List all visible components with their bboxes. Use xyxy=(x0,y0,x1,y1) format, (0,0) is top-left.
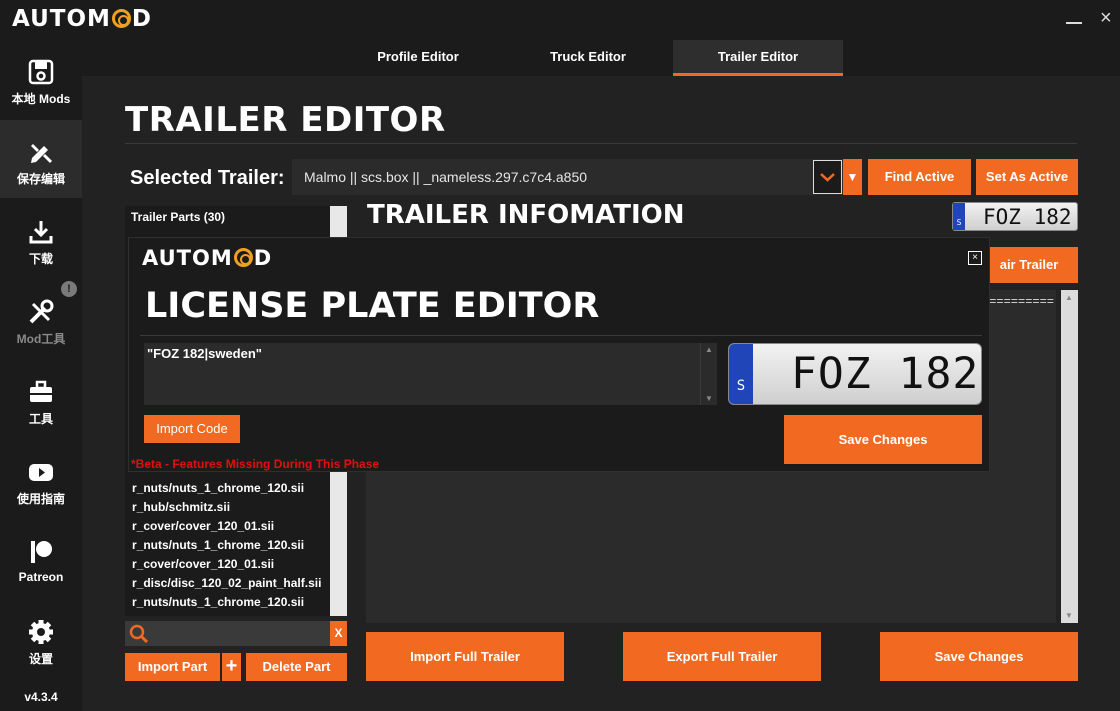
gear-icon xyxy=(29,620,53,644)
sidebar-item-guide[interactable]: 使用指南 xyxy=(0,440,82,518)
beta-warning: *Beta - Features Missing During This Pha… xyxy=(131,457,380,471)
tab-profile-editor[interactable]: Profile Editor xyxy=(333,40,503,76)
dialog-close-button[interactable]: × xyxy=(968,251,982,265)
floppy-disk-icon xyxy=(28,59,54,85)
logo-gear-icon xyxy=(233,248,253,267)
import-code-button[interactable]: Import Code xyxy=(144,415,240,443)
youtube-icon xyxy=(29,464,53,481)
trailer-info-title: TRAILER INFOMATION xyxy=(367,200,685,230)
trailer-parts-header: Trailer Parts (30) xyxy=(131,210,226,224)
country-code: S xyxy=(729,344,753,404)
license-plate-preview: S FOZ 182 xyxy=(952,202,1078,231)
sidebar-item-label: 保存编辑 xyxy=(16,172,65,186)
divider xyxy=(125,143,1077,144)
dialog-title: LICENSE PLATE EDITOR xyxy=(145,286,600,326)
sidebar-item-save-edit[interactable]: 保存编辑 xyxy=(0,120,82,198)
app-logo: AUTOM D xyxy=(12,6,152,32)
sidebar-item-label: 设置 xyxy=(28,652,53,666)
list-item[interactable]: r_cover/cover_120_01.sii xyxy=(132,557,274,571)
sidebar-item-label: Patreon xyxy=(18,570,64,584)
wrench-screwdriver-icon xyxy=(29,299,54,324)
divider xyxy=(140,335,982,336)
version-label: v4.3.4 xyxy=(24,690,58,704)
license-plate-large-preview: S FOZ 182 xyxy=(728,343,982,405)
title-bar xyxy=(0,0,1120,40)
export-full-trailer-button[interactable]: Export Full Trailer xyxy=(623,632,821,681)
import-full-trailer-button[interactable]: Import Full Trailer xyxy=(366,632,564,681)
download-icon xyxy=(29,221,53,244)
sidebar-item-label: 使用指南 xyxy=(16,492,65,506)
dropdown-toggle[interactable] xyxy=(813,160,842,194)
selected-trailer-dropdown[interactable]: Malmo || scs.box || _nameless.297.c7c4.a… xyxy=(292,159,862,195)
clear-search-button[interactable]: X xyxy=(330,621,347,646)
parts-search-input[interactable] xyxy=(125,621,330,646)
sidebar-item-local-mods[interactable]: 本地 Mods xyxy=(0,40,82,118)
info-scrollbar[interactable]: ▲ ▼ xyxy=(1061,290,1078,623)
code-scrollbar[interactable]: ▲ ▼ xyxy=(700,343,717,405)
dialog-save-changes-button[interactable]: Save Changes xyxy=(784,415,982,464)
list-item[interactable]: r_hub/schmitz.sii xyxy=(132,500,230,514)
page-title: TRAILER EDITOR xyxy=(125,100,446,140)
scroll-down-icon[interactable]: ▼ xyxy=(705,394,713,403)
delete-part-button[interactable]: Delete Part xyxy=(246,653,347,681)
sidebar-item-download[interactable]: 下载 xyxy=(0,200,82,278)
plate-code-input[interactable]: "FOZ 182|sweden" xyxy=(144,343,700,405)
scroll-down-icon[interactable]: ▼ xyxy=(1065,611,1073,620)
edit-tools-icon xyxy=(31,144,53,164)
sidebar-item-tools[interactable]: 工具 xyxy=(0,360,82,438)
close-window-button[interactable]: × xyxy=(1100,8,1112,28)
list-item[interactable]: r_nuts/nuts_1_chrome_120.sii xyxy=(132,595,304,609)
tab-truck-editor[interactable]: Truck Editor xyxy=(503,40,673,76)
find-active-button[interactable]: Find Active xyxy=(868,159,971,195)
list-item[interactable]: r_nuts/nuts_1_chrome_120.sii xyxy=(132,538,304,552)
notification-badge: ! xyxy=(61,281,77,297)
dialog-logo: AUTOM D xyxy=(142,246,273,270)
info-text-content: ========== xyxy=(982,295,1055,309)
minimize-button[interactable] xyxy=(1066,22,1082,24)
save-changes-button[interactable]: Save Changes xyxy=(880,632,1078,681)
logo-gear-icon xyxy=(111,9,131,28)
sidebar-item-patreon[interactable]: Patreon xyxy=(0,520,82,598)
sidebar-item-label: 下载 xyxy=(28,252,53,266)
list-item[interactable]: r_cover/cover_120_01.sii xyxy=(132,519,274,533)
add-part-button[interactable]: + xyxy=(222,653,241,681)
country-code: S xyxy=(953,203,965,230)
scroll-up-icon[interactable]: ▲ xyxy=(1065,293,1073,302)
sidebar-item-settings[interactable]: 设置 xyxy=(0,600,82,678)
tab-trailer-editor[interactable]: Trailer Editor xyxy=(673,40,843,76)
plate-text: FOZ 182 xyxy=(791,349,980,399)
plate-text: FOZ 182 xyxy=(983,205,1072,229)
sidebar-item-label: 本地 Mods xyxy=(11,92,71,106)
repair-trailer-button[interactable]: air Trailer xyxy=(980,247,1078,283)
list-item[interactable]: r_nuts/nuts_1_chrome_120.sii xyxy=(132,481,304,495)
dropdown-arrow-icon[interactable]: ▼ xyxy=(843,159,862,195)
import-part-button[interactable]: Import Part xyxy=(125,653,220,681)
search-icon xyxy=(129,624,149,644)
patreon-icon xyxy=(31,541,52,563)
scroll-up-icon[interactable]: ▲ xyxy=(705,345,713,354)
sidebar: 本地 Mods 保存编辑 下载 Mod工具 工具 使用指南 Patreon 设置 xyxy=(0,40,82,711)
set-as-active-button[interactable]: Set As Active xyxy=(976,159,1078,195)
sidebar-item-label: 工具 xyxy=(28,412,53,426)
selected-trailer-label: Selected Trailer: xyxy=(130,167,285,189)
tab-bar: Profile Editor Truck Editor Trailer Edit… xyxy=(82,40,1120,76)
chevron-down-icon xyxy=(820,173,835,182)
toolbox-icon xyxy=(30,380,52,402)
list-item[interactable]: r_disc/disc_120_02_paint_half.sii xyxy=(132,576,321,590)
sidebar-item-label: Mod工具 xyxy=(16,332,66,346)
